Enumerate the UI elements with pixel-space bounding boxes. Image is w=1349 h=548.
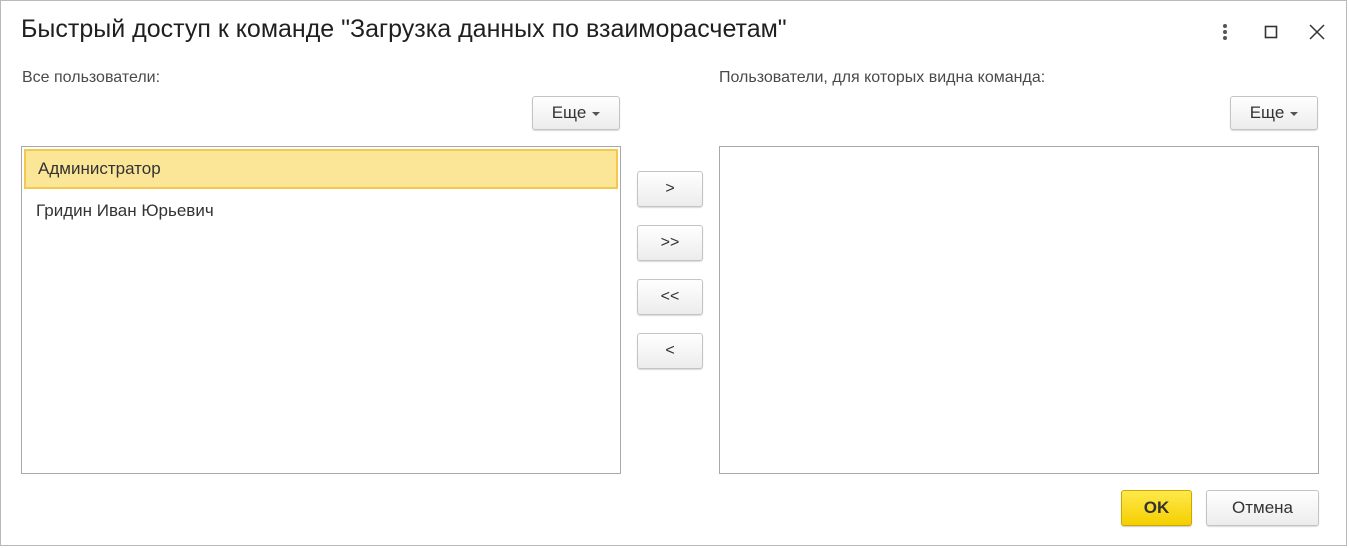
right-more-button[interactable]: Еще	[1230, 96, 1318, 130]
right-more-label: Еще	[1249, 103, 1285, 122]
cancel-button[interactable]: Отмена	[1206, 490, 1319, 526]
all-users-list[interactable]: Администратор Гридин Иван Юрьевич	[21, 146, 621, 474]
left-more-button[interactable]: Еще	[532, 96, 620, 130]
dialog-window: Быстрый доступ к команде "Загрузка данны…	[0, 0, 1347, 546]
list-item[interactable]: Гридин Иван Юрьевич	[24, 191, 618, 231]
dialog-title: Быстрый доступ к команде "Загрузка данны…	[21, 15, 787, 43]
visible-users-list[interactable]	[719, 146, 1319, 474]
chevron-down-icon	[592, 112, 601, 116]
close-icon[interactable]	[1302, 17, 1332, 47]
chevron-down-icon	[1290, 112, 1299, 116]
more-vertical-icon[interactable]	[1210, 17, 1240, 47]
visible-users-label: Пользователи, для которых видна команда:	[719, 69, 1046, 86]
add-user-button[interactable]: >	[637, 171, 703, 207]
remove-user-button[interactable]: <	[637, 333, 703, 369]
maximize-icon[interactable]	[1256, 17, 1286, 47]
left-more-label: Еще	[551, 103, 587, 122]
ok-button[interactable]: OK	[1121, 490, 1192, 526]
remove-all-users-button[interactable]: <<	[637, 279, 703, 315]
all-users-label: Все пользователи:	[22, 69, 161, 86]
add-all-users-button[interactable]: >>	[637, 225, 703, 261]
list-item[interactable]: Администратор	[24, 149, 618, 189]
